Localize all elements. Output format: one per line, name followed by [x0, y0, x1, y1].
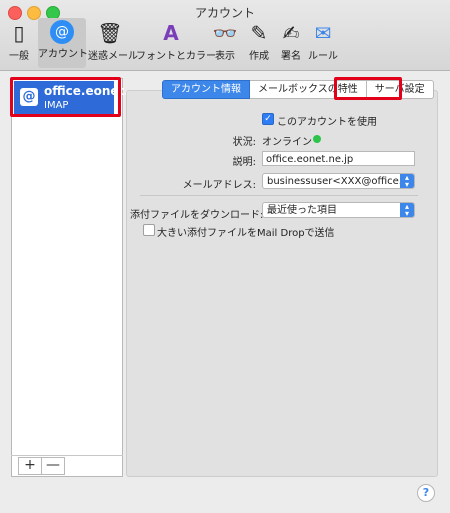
toolbar-label: アカウント — [38, 49, 88, 60]
help-button[interactable]: ? — [417, 484, 435, 502]
toolbar-label: 一般 — [9, 51, 29, 62]
online-status-dot — [313, 135, 321, 143]
popup-arrows-icon: ▴ ▾ — [400, 203, 414, 217]
description-field[interactable]: office.eonet.ne.jp — [262, 151, 415, 166]
toolbar-label: 表示 — [215, 51, 235, 62]
glasses-icon: 👓 — [212, 21, 238, 45]
server-settings-highlight-box — [334, 77, 402, 100]
toolbar-label: 署名 — [281, 51, 301, 62]
toolbar-general[interactable]: ▯ 一般 — [4, 18, 34, 68]
download-attachments-select[interactable]: 最近使った項目 ▴ ▾ — [262, 202, 415, 218]
account-settings-panel — [126, 90, 438, 477]
maildrop-label: 大きい添付ファイルをMail Dropで送信 — [157, 228, 335, 239]
accounts-list[interactable]: @ office.eonet.. IMAP — [11, 78, 133, 477]
toolbar-accounts[interactable]: @ アカウント — [38, 18, 88, 68]
add-account-button[interactable]: + — [18, 457, 42, 475]
signature-icon: ✍ — [282, 21, 300, 45]
enable-account-label: このアカウントを使用 — [277, 117, 377, 128]
divider — [140, 195, 418, 196]
download-attachments-value: 最近使った項目 — [267, 205, 337, 216]
status-value: オンライン — [262, 137, 312, 148]
account-highlight-box — [10, 77, 121, 117]
toolbar-signatures[interactable]: ✍ 署名 — [276, 18, 306, 68]
toolbar-viewing[interactable]: 👓 表示 — [210, 18, 240, 68]
email-label: メールアドレス: — [182, 180, 256, 191]
toolbar-label: 作成 — [249, 51, 269, 62]
toolbar-rules[interactable]: ✉ ルール — [308, 18, 338, 68]
popup-arrows-icon: ▴ ▾ — [400, 174, 414, 188]
font-color-icon: A — [163, 21, 179, 45]
compose-icon: ✎ — [250, 21, 268, 45]
toolbar-fonts-colors[interactable]: A フォントとカラー — [136, 18, 216, 68]
email-select[interactable]: businessuser<XXX@office.eon ▴ ▾ — [262, 173, 415, 189]
rules-icon: ✉ — [314, 21, 332, 45]
preferences-window: アカウント ▯ 一般 @ アカウント 🗑 迷惑メール A フォントとカラー 👓 … — [0, 0, 450, 513]
title-toolbar: アカウント ▯ 一般 @ アカウント 🗑 迷惑メール A フォントとカラー 👓 … — [0, 0, 450, 71]
at-icon: @ — [50, 20, 74, 44]
toolbar-junk[interactable]: 🗑 迷惑メール — [88, 18, 138, 68]
junk-trash-icon: 🗑 — [97, 21, 123, 45]
description-label: 説明: — [232, 157, 256, 168]
remove-account-button[interactable]: — — [41, 457, 65, 475]
maildrop-checkbox[interactable] — [143, 224, 155, 236]
email-value: businessuser<XXX@office.eon — [267, 176, 415, 187]
enable-account-checkbox[interactable]: ✓ — [262, 113, 274, 125]
status-label: 状況: — [232, 137, 256, 148]
toolbar-label: フォントとカラー — [136, 51, 216, 62]
switch-icon: ▯ — [13, 21, 25, 45]
toolbar-composing[interactable]: ✎ 作成 — [244, 18, 274, 68]
tab-account-info[interactable]: アカウント情報 — [162, 80, 250, 99]
download-attachments-label: 添付ファイルをダウンロード: — [130, 210, 264, 221]
toolbar-label: 迷惑メール — [88, 51, 138, 62]
toolbar-label: ルール — [308, 51, 338, 62]
